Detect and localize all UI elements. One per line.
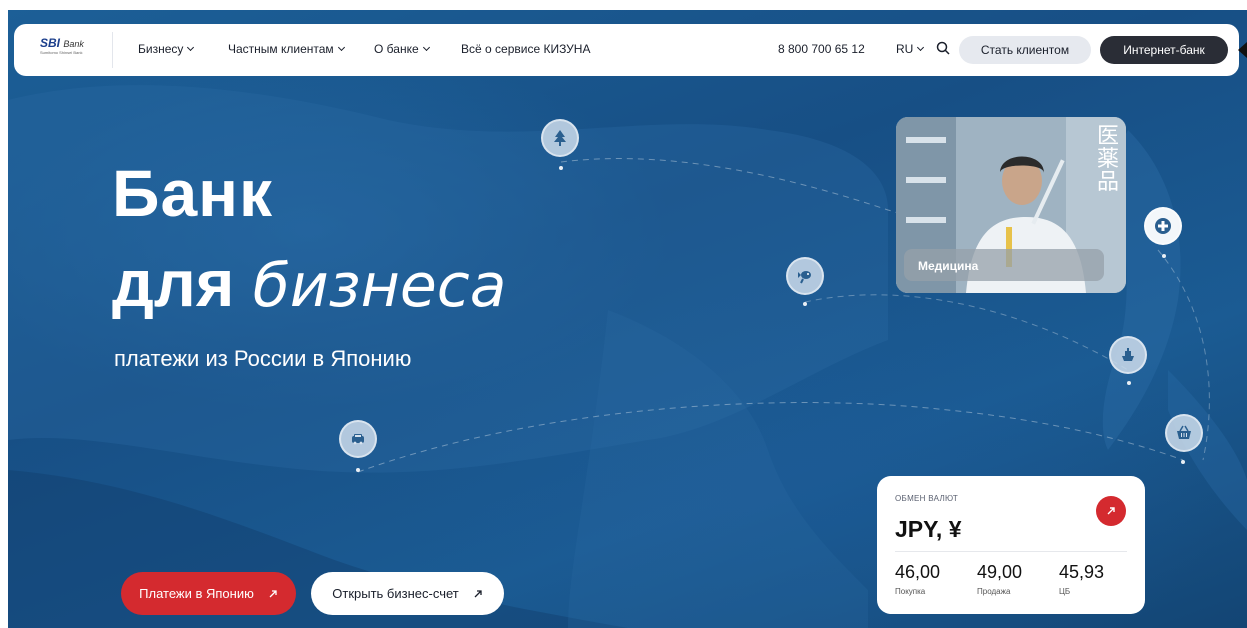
tree-icon[interactable] [541,119,579,157]
medicine-card[interactable]: 医 薬 品 Медицина [896,117,1126,293]
internet-bank-button[interactable]: Интернет-банк [1100,36,1228,64]
nav-item-label: Частным клиентам [228,42,334,56]
basket-icon[interactable] [1165,414,1203,452]
kanji-char: 品 [1096,170,1119,196]
sbi-bank-logo[interactable]: SBI Bank Sumitomo Shinsei Bank [40,36,92,64]
hero-subtitle: платежи из России в Японию [114,346,412,371]
nav-item-label: Бизнесу [138,42,184,56]
button-label: Платежи в Японию [139,586,254,601]
fx-rate-cb: 45,93 [1059,562,1105,582]
fx-currency: JPY, ¥ [895,516,962,542]
search-icon[interactable] [936,41,950,55]
logo-main: SBI [40,36,61,50]
phone-number-link[interactable]: 8 800 700 65 12 [778,42,865,56]
nav-item-kizuna[interactable]: Всё о сервисе КИЗУНА [461,42,590,56]
chevron-down-icon [917,43,925,52]
pin-dot [1162,254,1166,258]
open-business-account-button[interactable]: Открыть бизнес-счет [311,572,504,615]
chevron-down-icon [187,43,195,52]
nav-divider [112,32,113,68]
fx-rate-buy: 46,00 [895,562,941,582]
nav-item-business[interactable]: Бизнесу [138,42,195,56]
language-selector[interactable]: RU [896,42,925,56]
become-client-button[interactable]: Стать клиентом [959,36,1091,64]
fx-rate-sell: 49,00 [977,562,1023,582]
chevron-down-icon [422,43,430,52]
hero-title-italic: бизнеса [252,251,507,321]
car-icon[interactable] [339,420,377,458]
medicine-label: Медицина [918,259,979,273]
logo-bank: Bank [63,39,84,49]
language-label: RU [896,42,914,56]
fx-rate-cb-label: ЦБ [1059,587,1071,596]
pin-dot [1127,381,1131,385]
top-navbar: SBI Bank Sumitomo Shinsei Bank Бизнесу Ч… [14,24,1239,76]
arrow-up-right-icon [269,589,277,597]
fx-divider [895,551,1127,552]
nav-item-private-clients[interactable]: Частным клиентам [228,42,345,56]
logo-tagline: Sumitomo Shinsei Bank [40,50,83,55]
nav-item-label: О банке [374,42,419,56]
pin-dot [803,302,807,306]
nav-item-about-bank[interactable]: О банке [374,42,430,56]
arrow-up-right-icon [1107,507,1115,515]
fish-icon[interactable] [786,257,824,295]
fx-title: ОБМЕН ВАЛЮТ [895,494,959,503]
kanji-char: 医 [1096,124,1119,149]
pin-dot [356,468,360,472]
nav-item-label: Всё о сервисе КИЗУНА [461,42,591,56]
pin-dot [1181,460,1185,464]
hero-title-bold: для [112,246,235,320]
hero-title-line1: Банк [112,156,274,230]
fx-rate-buy-label: Покупка [895,587,926,596]
pin-dot [559,166,563,170]
fx-rate-sell-label: Продажа [977,587,1011,596]
kanji-char: 薬 [1096,147,1119,173]
chevron-down-icon [337,43,345,52]
medicine-kanji: 医 薬 品 [1096,125,1120,194]
ship-icon[interactable] [1109,336,1147,374]
button-label: Открыть бизнес-счет [332,586,459,601]
scroll-arrow-icon[interactable] [1238,42,1247,58]
payments-to-japan-button[interactable]: Платежи в Японию [121,572,296,615]
arrow-up-right-icon [474,589,482,597]
currency-exchange-card[interactable]: ОБМЕН ВАЛЮТ JPY, ¥ 46,00 Покупка 49,00 П… [877,476,1145,614]
hero-title-line2: для бизнеса [112,250,507,316]
plus-icon[interactable] [1144,207,1182,245]
fx-open-button[interactable] [1096,496,1126,526]
